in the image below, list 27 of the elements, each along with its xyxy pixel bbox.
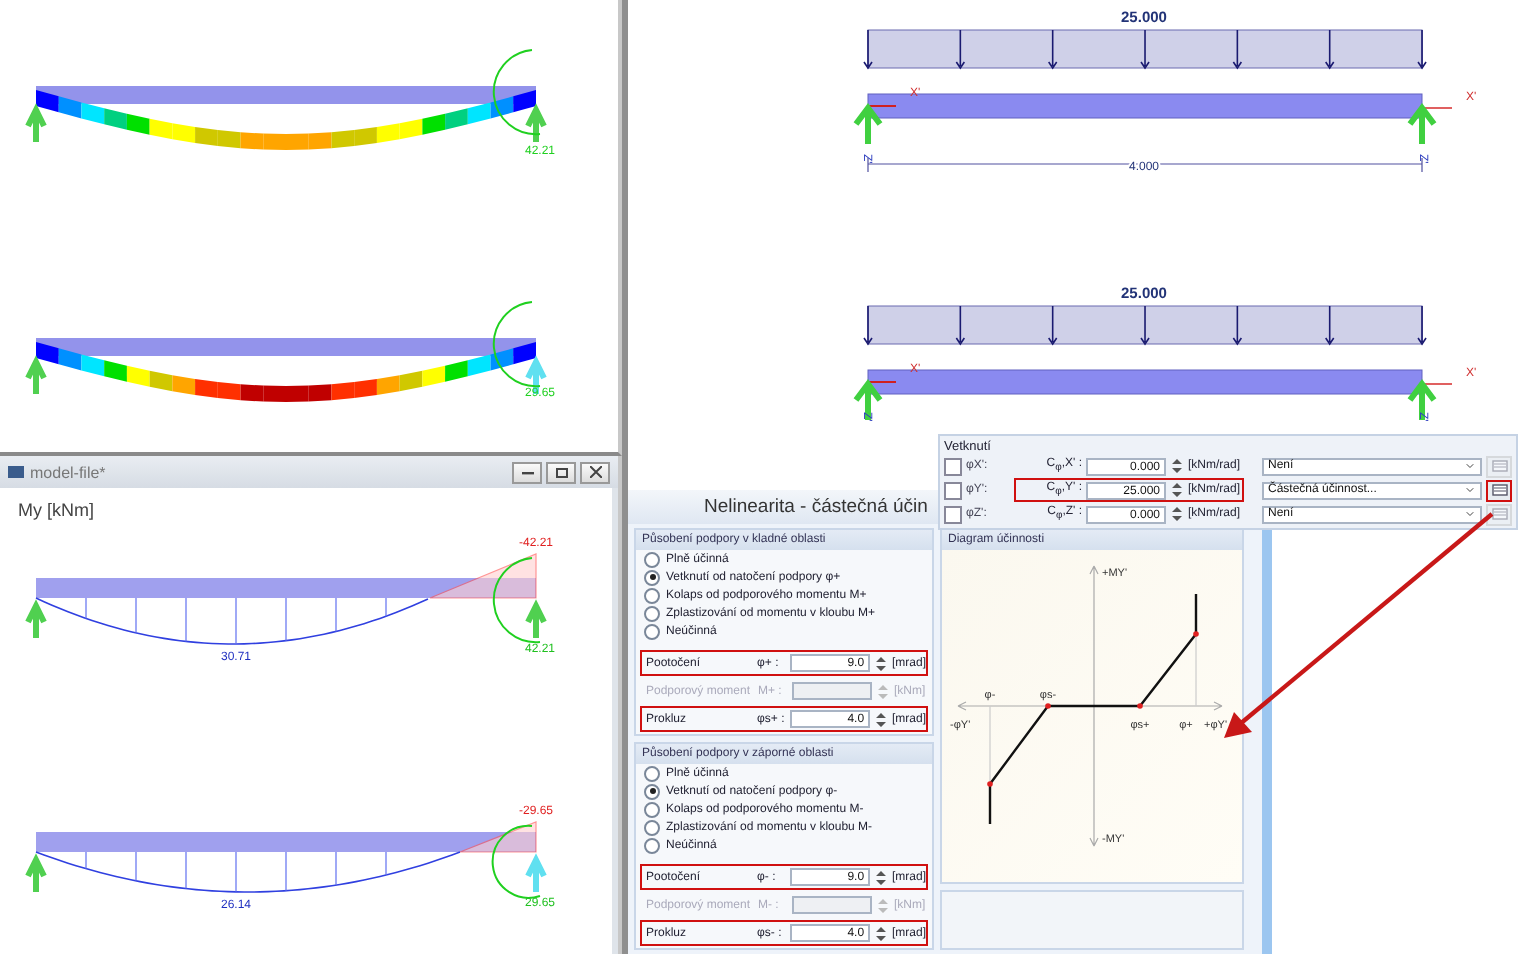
maximize-button[interactable] [546, 461, 576, 483]
diagram-heading: My [kNm] [16, 498, 96, 520]
radio-button[interactable] [644, 569, 660, 586]
window-title: model-file* [30, 463, 106, 481]
radio-button[interactable] [644, 588, 660, 605]
radio-button[interactable] [644, 783, 660, 800]
radio-button[interactable] [644, 802, 660, 819]
radio-button[interactable] [644, 765, 660, 782]
spinner-icon[interactable] [1170, 458, 1184, 474]
radio-button[interactable] [644, 624, 660, 641]
checkbox[interactable] [944, 481, 962, 499]
radio-button[interactable] [644, 838, 660, 855]
app-icon [8, 466, 24, 478]
dialog-title: Nelinearita - částečná účin [704, 496, 928, 518]
close-icon [589, 466, 601, 478]
checkbox[interactable] [944, 457, 962, 475]
checkbox[interactable] [944, 505, 962, 523]
spinner-icon[interactable] [1170, 482, 1184, 498]
maximize-icon [555, 467, 567, 477]
close-button[interactable] [580, 461, 610, 483]
edit-button[interactable] [1486, 479, 1512, 501]
radio-button[interactable] [644, 551, 660, 568]
radio-button[interactable] [644, 606, 660, 623]
spinner-icon[interactable] [1170, 506, 1184, 522]
minimize-icon [521, 468, 533, 476]
minimize-button[interactable] [512, 461, 542, 483]
radio-button[interactable] [644, 820, 660, 837]
